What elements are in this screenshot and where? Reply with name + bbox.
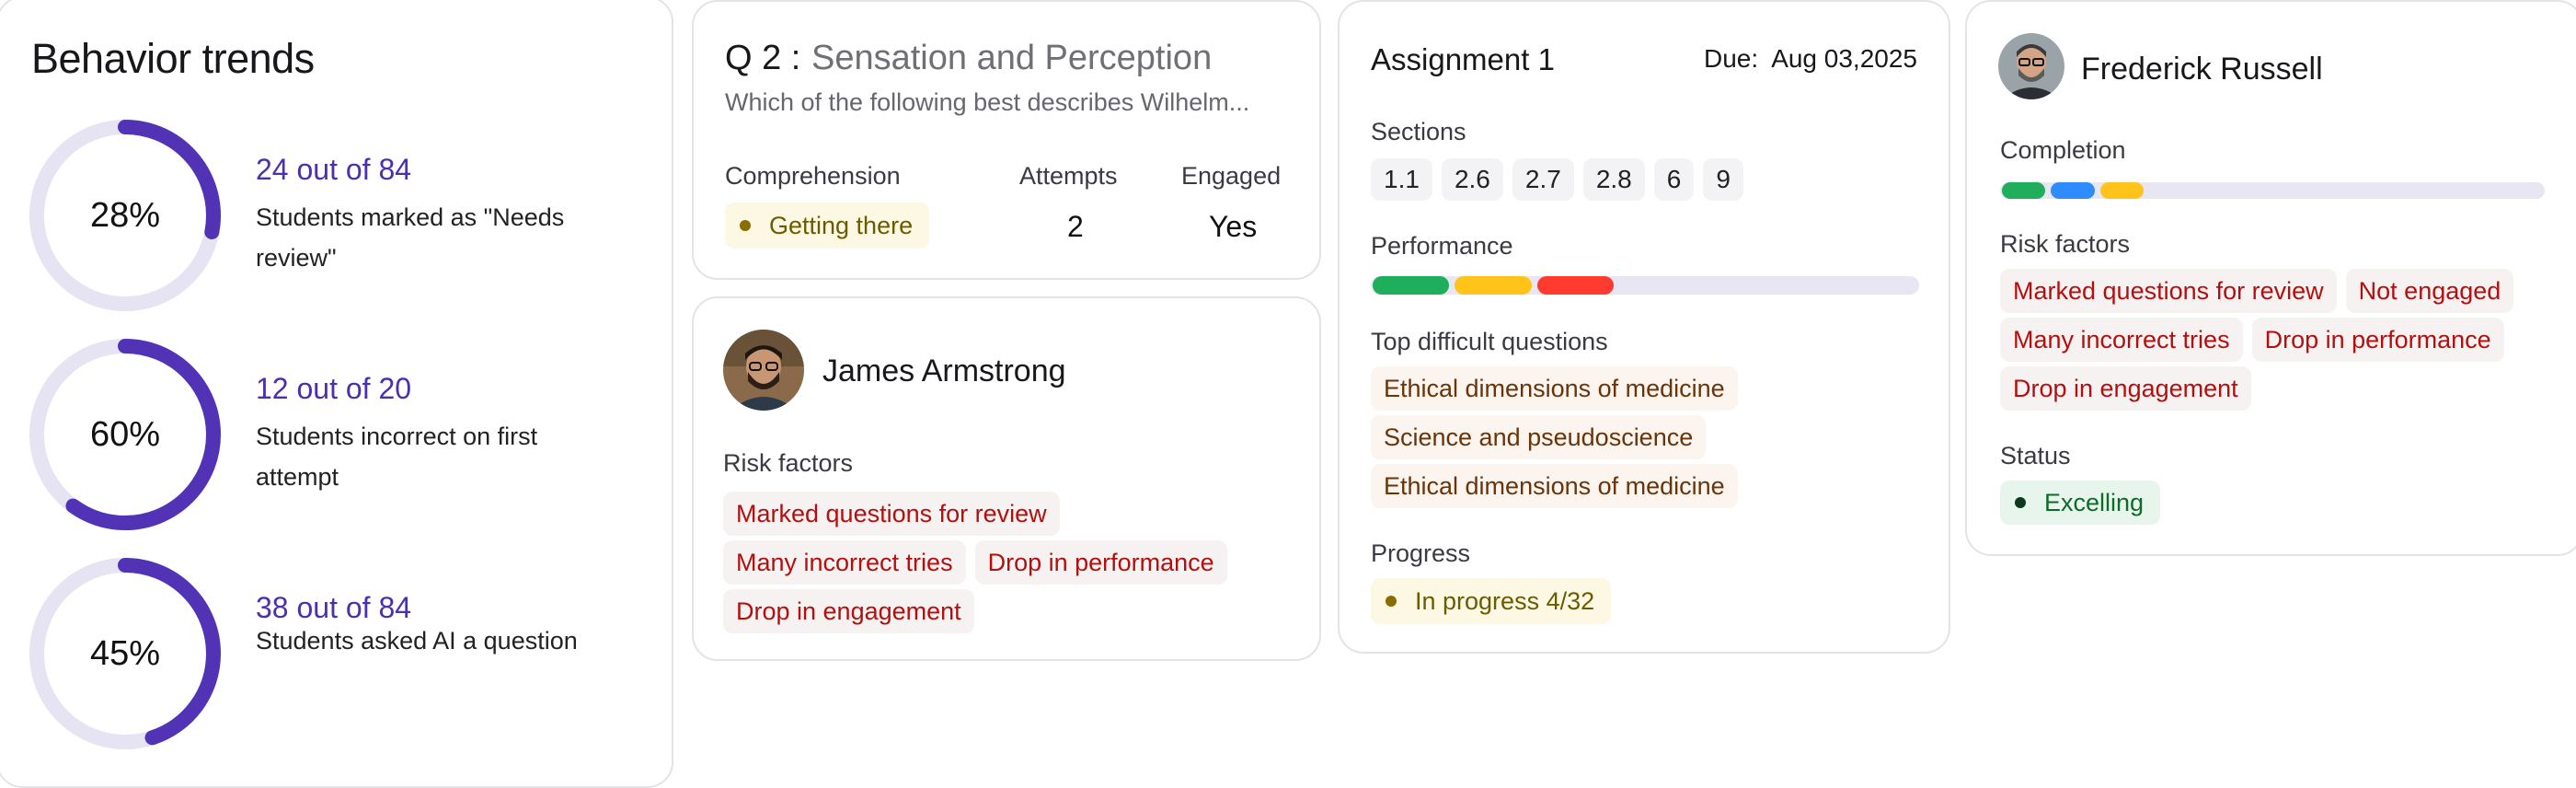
sections-list: 1.1 2.6 2.7 2.8 6 9 [1371, 158, 1753, 201]
student-card-frederick[interactable]: Frederick Russell Completion Risk factor… [1965, 0, 2576, 556]
difficult-question-tag[interactable]: Ethical dimensions of medicine [1371, 464, 1738, 508]
student-card-james[interactable]: James Armstrong Risk factors Marked ques… [692, 296, 1321, 661]
progress-badge: In progress 4/32 [1371, 578, 1612, 624]
bar-segment [2099, 182, 2144, 199]
risk-tag: Marked questions for review [2000, 269, 2337, 313]
bar-segment [2002, 182, 2046, 199]
status-dot-icon [1386, 595, 1397, 607]
performance-bar [1371, 276, 1919, 295]
section-chip[interactable]: 2.6 [1441, 158, 1503, 201]
due-date-value: Aug 03,2025 [1771, 44, 1917, 73]
ring-percent-label: 28% [89, 196, 161, 235]
risk-factors-label: Risk factors [723, 449, 854, 477]
status-badge: Excelling [2000, 481, 2161, 525]
behavior-trends-card: Behavior trends 28% 24 out of 84 Student… [0, 0, 673, 788]
difficult-questions-label: Top difficult questions [1371, 328, 1608, 355]
risk-tag: Marked questions for review [723, 492, 1060, 536]
trend-incorrect-first-attempt[interactable]: 60% 12 out of 20 Students incorrect on f… [26, 335, 670, 534]
difficult-questions-list: Ethical dimensions of medicine Science a… [1371, 366, 1941, 513]
due-date: Due: Aug 03,2025 [1704, 44, 1917, 74]
risk-factors-list: Marked questions for review Not engaged M… [2000, 269, 2576, 415]
ring-percent-label: 60% [89, 415, 161, 454]
student-name: James Armstrong [822, 353, 1066, 388]
risk-tag: Drop in performance [974, 540, 1227, 585]
question-text: Which of the following best describes Wi… [725, 88, 1250, 116]
question-title: Sensation and Perception [811, 39, 1213, 77]
progress-value: In progress 4/32 [1415, 587, 1595, 615]
engaged-value: Yes [1209, 210, 1258, 243]
assignment-title: Assignment 1 [1371, 42, 1555, 76]
avatar [1998, 33, 2064, 99]
risk-tag: Drop in performance [2251, 318, 2504, 362]
risk-tag: Drop in engagement [723, 589, 974, 633]
bar-segment [1536, 276, 1615, 295]
status-dot-icon [740, 219, 751, 231]
trend-count: 12 out of 20 [256, 372, 412, 405]
person-avatar-icon [723, 330, 804, 411]
risk-tag: Many incorrect tries [2000, 318, 2243, 362]
assignment-card[interactable]: Assignment 1 Due: Aug 03,2025 Sections 1… [1338, 0, 1950, 654]
status-dot-icon [2015, 496, 2026, 508]
status-value: Excelling [2044, 489, 2145, 516]
student-name: Frederick Russell [2081, 52, 2323, 87]
due-label: Due: [1704, 44, 1759, 73]
behavior-trends-title: Behavior trends [31, 35, 315, 82]
progress-label: Progress [1371, 539, 1471, 567]
section-chip[interactable]: 9 [1703, 158, 1743, 201]
ring-percent-label: 45% [89, 634, 161, 673]
avatar [723, 330, 804, 411]
trend-needs-review[interactable]: 28% 24 out of 84 Students marked as "Nee… [26, 116, 670, 315]
risk-factors-label: Risk factors [2000, 230, 2131, 258]
comprehension-badge: Getting there [725, 203, 930, 249]
risk-factors-list: Marked questions for review Many incorre… [723, 492, 1312, 638]
section-chip[interactable]: 2.7 [1512, 158, 1574, 201]
trend-description: Students incorrect on first attempt [256, 423, 538, 491]
engaged-label: Engaged [1181, 162, 1282, 190]
completion-bar [2000, 182, 2545, 199]
comprehension-label: Comprehension [725, 162, 901, 190]
section-chip[interactable]: 6 [1653, 158, 1695, 201]
completion-label: Completion [2000, 136, 2126, 164]
risk-tag: Drop in engagement [2000, 366, 2251, 411]
comprehension-value: Getting there [769, 212, 914, 239]
status-label: Status [2000, 442, 2071, 469]
attempts-label: Attempts [1019, 162, 1118, 190]
risk-tag: Many incorrect tries [723, 540, 966, 585]
risk-tag: Not engaged [2345, 269, 2514, 313]
trend-description: Students marked as "Needs review" [256, 203, 565, 272]
attempts-value: 2 [1067, 210, 1084, 243]
question-card[interactable]: Q 2 : Sensation and Perception Which of … [692, 0, 1321, 280]
bar-segment [1455, 276, 1532, 295]
question-number: Q 2 : [725, 39, 801, 77]
section-chip[interactable]: 1.1 [1371, 158, 1432, 201]
bar-segment [2051, 182, 2095, 199]
trend-count: 24 out of 84 [256, 153, 412, 186]
difficult-question-tag[interactable]: Science and pseudoscience [1371, 415, 1707, 459]
trend-description: Students asked AI a question [256, 627, 578, 655]
person-avatar-icon [1998, 33, 2064, 99]
trend-asked-ai[interactable]: 45% 38 out of 84 Students asked AI a que… [26, 554, 670, 753]
section-chip[interactable]: 2.8 [1582, 158, 1645, 201]
performance-label: Performance [1371, 232, 1513, 260]
bar-segment [1373, 276, 1450, 295]
sections-label: Sections [1371, 118, 1466, 145]
difficult-question-tag[interactable]: Ethical dimensions of medicine [1371, 366, 1738, 411]
